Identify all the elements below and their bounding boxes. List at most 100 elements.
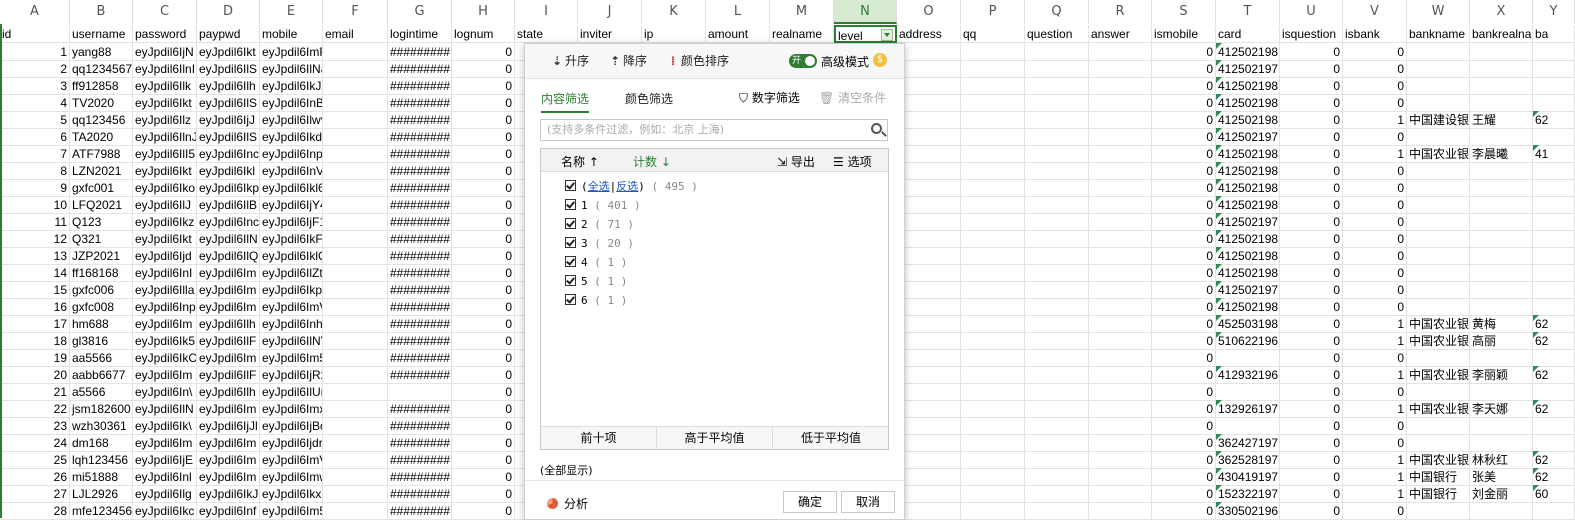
cell-card[interactable]: 412502197: [1216, 281, 1280, 299]
checkbox-icon[interactable]: [565, 218, 576, 229]
cell-email[interactable]: [323, 451, 388, 469]
cell-password[interactable]: eyJpdil6Ikz: [133, 213, 197, 231]
cell-username[interactable]: a5566: [70, 383, 133, 401]
cell-email[interactable]: [323, 298, 388, 316]
cell-logintime[interactable]: #########: [388, 60, 452, 78]
cell-username[interactable]: Q321: [70, 230, 133, 248]
cell-bankname[interactable]: [1407, 502, 1470, 520]
cell-card[interactable]: 510622196: [1216, 332, 1280, 350]
cell-isbank[interactable]: 0: [1343, 94, 1407, 112]
header-cell-password[interactable]: password: [133, 25, 197, 43]
cell-paypwd[interactable]: eyJpdil6Im: [197, 434, 260, 452]
cell-isquestion[interactable]: 0: [1280, 128, 1343, 146]
cell-ba[interactable]: 62: [1533, 468, 1575, 486]
cell-bankname[interactable]: [1407, 264, 1470, 282]
cell-lognum[interactable]: 0: [452, 213, 515, 231]
cell-email[interactable]: [323, 128, 388, 146]
cell-logintime[interactable]: #########: [388, 417, 452, 435]
cell-mobile[interactable]: eyJpdil6IjY4dm1ORzN: [260, 196, 323, 214]
cell-address[interactable]: [897, 94, 961, 112]
cell-isbank[interactable]: 1: [1343, 451, 1407, 469]
column-header-P[interactable]: P: [961, 0, 1025, 24]
cell-password[interactable]: eyJpdil6Im: [133, 315, 197, 333]
checkbox-icon[interactable]: [565, 199, 576, 210]
cell-ismobile[interactable]: 0: [1152, 383, 1216, 401]
cell-ismobile[interactable]: 0: [1152, 366, 1216, 384]
cell-password[interactable]: eyJpdil6InI: [133, 264, 197, 282]
color-sort-button[interactable]: ⁞ 颜色排序: [665, 53, 729, 69]
cell-lognum[interactable]: 0: [452, 502, 515, 520]
clear-conditions-button[interactable]: 🗑 清空条件: [819, 89, 886, 106]
cell-paypwd[interactable]: eyJpdil6IlS: [197, 94, 260, 112]
cell-lognum[interactable]: 0: [452, 94, 515, 112]
cell-address[interactable]: [897, 145, 961, 163]
cell-username[interactable]: gxfc001: [70, 179, 133, 197]
cell-ba[interactable]: [1533, 128, 1575, 146]
cell-answer[interactable]: [1089, 196, 1152, 214]
select-all-item[interactable]: (全选|反选) ( 495 ): [565, 179, 698, 195]
cell-address[interactable]: [897, 230, 961, 248]
cell-id[interactable]: 19: [0, 349, 70, 367]
cell-isbank[interactable]: 1: [1343, 468, 1407, 486]
cell-mobile[interactable]: eyJpdil6Im5WQ3Azel: [260, 349, 323, 367]
cell-password[interactable]: eyJpdil6IlJ: [133, 196, 197, 214]
checkbox-icon[interactable]: [565, 275, 576, 286]
column-header-O[interactable]: O: [897, 0, 961, 24]
cell-bankname[interactable]: [1407, 162, 1470, 180]
cell-card[interactable]: 452503198: [1216, 315, 1280, 333]
cell-answer[interactable]: [1089, 43, 1152, 61]
cell-ba[interactable]: [1533, 43, 1575, 61]
cell-password[interactable]: eyJpdil6Inl: [133, 468, 197, 486]
header-cell-isquestion[interactable]: isquestion: [1280, 25, 1343, 43]
cell-answer[interactable]: [1089, 400, 1152, 418]
column-header-A[interactable]: A: [0, 0, 70, 24]
filter-search-input[interactable]: (支持多条件过滤，例如：北京 上海): [540, 119, 888, 141]
header-cell-realname[interactable]: realname: [770, 25, 834, 43]
column-header-D[interactable]: D: [197, 0, 260, 24]
cell-isquestion[interactable]: 0: [1280, 230, 1343, 248]
cell-paypwd[interactable]: eyJpdil6IjJ: [197, 111, 260, 129]
header-cell-ip[interactable]: ip: [642, 25, 706, 43]
cell-email[interactable]: [323, 332, 388, 350]
cell-paypwd[interactable]: eyJpdil6IlN: [197, 230, 260, 248]
cell-address[interactable]: [897, 434, 961, 452]
cell-lognum[interactable]: 0: [452, 468, 515, 486]
cell-password[interactable]: eyJpdil6Iko: [133, 179, 197, 197]
cell-qq[interactable]: [961, 366, 1025, 384]
cell-id[interactable]: 17: [0, 315, 70, 333]
cell-password[interactable]: eyJpdil6Ikt: [133, 94, 197, 112]
filter-value-item[interactable]: 4 ( 1 ): [565, 255, 627, 271]
cell-logintime[interactable]: #########: [388, 434, 452, 452]
cell-bankname[interactable]: [1407, 298, 1470, 316]
cell-id[interactable]: 25: [0, 451, 70, 469]
cell-ba[interactable]: 62: [1533, 451, 1575, 469]
cell-answer[interactable]: [1089, 213, 1152, 231]
cell-isbank[interactable]: 0: [1343, 298, 1407, 316]
cell-ismobile[interactable]: 0: [1152, 400, 1216, 418]
cell-bankrealname[interactable]: [1470, 162, 1533, 180]
cell-isbank[interactable]: 1: [1343, 400, 1407, 418]
cell-question[interactable]: [1025, 60, 1089, 78]
header-cell-id[interactable]: id: [0, 25, 70, 43]
invert-selection-link[interactable]: 反选: [616, 180, 638, 193]
cell-ismobile[interactable]: 0: [1152, 349, 1216, 367]
cell-bankname[interactable]: 中国农业银: [1407, 451, 1470, 469]
cell-username[interactable]: TV2020: [70, 94, 133, 112]
cell-password[interactable]: eyJpdil6Im: [133, 434, 197, 452]
cell-ba[interactable]: [1533, 281, 1575, 299]
cell-paypwd[interactable]: eyJpdil6Inc: [197, 213, 260, 231]
cell-paypwd[interactable]: eyJpdil6Im: [197, 400, 260, 418]
filter-value-item[interactable]: 3 ( 20 ): [565, 236, 634, 252]
cell-id[interactable]: 4: [0, 94, 70, 112]
cell-card[interactable]: [1216, 383, 1280, 401]
cell-ba[interactable]: [1533, 502, 1575, 520]
cell-card[interactable]: 412932196: [1216, 366, 1280, 384]
cell-username[interactable]: aa5566: [70, 349, 133, 367]
cell-isbank[interactable]: 1: [1343, 485, 1407, 503]
cell-isquestion[interactable]: 0: [1280, 349, 1343, 367]
cell-email[interactable]: [323, 145, 388, 163]
column-header-X[interactable]: X: [1470, 0, 1533, 24]
cell-id[interactable]: 24: [0, 434, 70, 452]
cell-address[interactable]: [897, 349, 961, 367]
cell-qq[interactable]: [961, 196, 1025, 214]
